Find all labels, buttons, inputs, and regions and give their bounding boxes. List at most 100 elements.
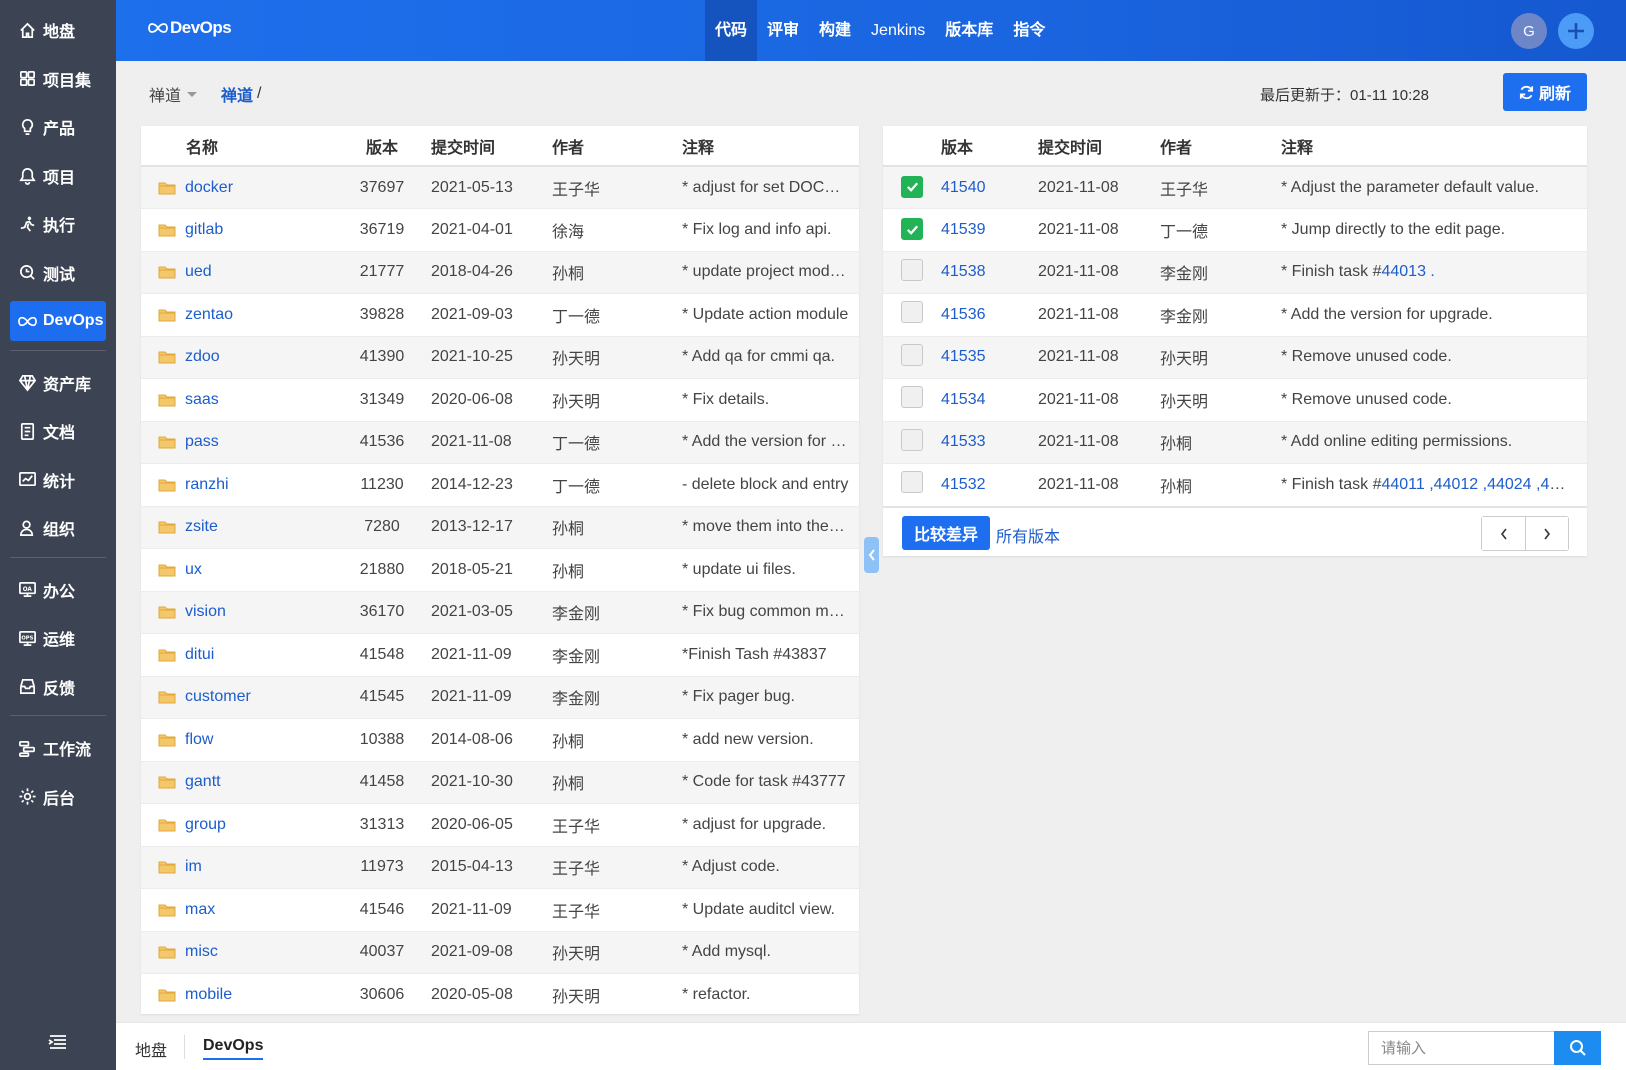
sidebar-item-grid[interactable]: 项目集 <box>10 59 106 99</box>
tab-5[interactable]: 指令 <box>1003 0 1055 61</box>
sidebar-item-lightbulb[interactable]: 产品 <box>10 107 106 147</box>
folder-link[interactable]: docker <box>185 179 233 197</box>
search-button[interactable] <box>1554 1031 1601 1065</box>
table-row[interactable]: zdoo 41390 2021-10-25 孙天明 * Add qa for cmmi … <box>141 336 859 379</box>
revision-link[interactable]: 41538 <box>941 263 986 280</box>
tab-1[interactable]: 评审 <box>757 0 809 61</box>
table-row[interactable]: 41538 2021-11-08 李金刚 * Finish task #44013 . <box>883 251 1587 294</box>
folder-link[interactable]: gantt <box>185 773 221 791</box>
tab-4[interactable]: 版本库 <box>935 0 1003 61</box>
table-row[interactable]: gantt 41458 2021-10-30 孙桐 * Code for task #4… <box>141 761 859 804</box>
folder-link[interactable]: misc <box>185 943 218 961</box>
panel-split-toggle[interactable] <box>864 537 879 573</box>
sidebar-item-chart[interactable]: 统计 <box>10 460 106 500</box>
sidebar-item-gear[interactable]: 后台 <box>10 777 106 817</box>
sidebar-item-bell[interactable]: 项目 <box>10 156 106 196</box>
next-page-button[interactable] <box>1525 517 1568 550</box>
table-row[interactable]: ditui 41548 2021-11-09 李金刚 *Finish Tash #438… <box>141 633 859 677</box>
folder-link[interactable]: pass <box>185 433 219 451</box>
sidebar-item-diamond[interactable]: 资产库 <box>10 363 106 403</box>
col-header-name[interactable]: 名称 <box>141 126 333 167</box>
row-checkbox[interactable] <box>901 343 923 366</box>
revision-link[interactable]: 41535 <box>941 348 986 365</box>
revision-link[interactable]: 41536 <box>941 306 986 323</box>
sidebar-item-workflow[interactable]: 工作流 <box>10 728 106 768</box>
col-header-author[interactable]: 作者 <box>1160 126 1281 167</box>
task-link[interactable]: 44013 . <box>1381 263 1434 280</box>
table-row[interactable]: zentao 39828 2021-09-03 丁一德 * Update action … <box>141 293 859 337</box>
table-row[interactable]: im 11973 2015-04-13 王子华 * Adjust code. <box>141 846 859 889</box>
task-link[interactable]: 44011 ,44012 ,44024 ,44025 <box>1381 476 1584 493</box>
folder-link[interactable]: im <box>185 858 202 876</box>
table-row[interactable]: ranzhi 11230 2014-12-23 丁一德 - delete block a… <box>141 463 859 507</box>
revision-link[interactable]: 41534 <box>941 391 986 408</box>
row-checkbox[interactable] <box>901 471 923 494</box>
table-row[interactable]: gitlab 36719 2021-04-01 徐海 * Fix log and inf… <box>141 208 859 252</box>
col-header-comment[interactable]: 注释 <box>672 126 859 167</box>
breadcrumb-current[interactable]: 禅道 <box>221 82 253 106</box>
all-versions-link[interactable]: 所有版本 <box>996 523 1060 547</box>
table-row[interactable]: docker 37697 2021-05-13 王子华 * adjust for set… <box>141 166 859 209</box>
table-row[interactable]: group 31313 2020-06-05 王子华 * adjust for upgr… <box>141 803 859 847</box>
sidebar-item-ops[interactable]: OPS 运维 <box>10 618 106 658</box>
table-row[interactable]: 41532 2021-11-08 孙桐 * Finish task #44011 ,4… <box>883 463 1587 507</box>
folder-link[interactable]: flow <box>185 731 213 749</box>
sidebar-item-oa[interactable]: OA 办公 <box>10 570 106 610</box>
folder-link[interactable]: mobile <box>185 986 232 1004</box>
folder-link[interactable]: gitlab <box>185 221 223 239</box>
prev-page-button[interactable] <box>1482 517 1525 550</box>
sidebar-item-user[interactable]: 组织 <box>10 508 106 548</box>
folder-link[interactable]: saas <box>185 391 219 409</box>
table-row[interactable]: max 41546 2021-11-09 王子华 * Update auditcl vi… <box>141 888 859 932</box>
bottom-tab-devops[interactable]: DevOps <box>203 1037 264 1060</box>
repo-switcher[interactable]: 禅道 <box>149 82 198 106</box>
col-header-comment[interactable]: 注释 <box>1281 126 1587 167</box>
row-checkbox[interactable] <box>901 386 923 409</box>
col-header-date[interactable]: 提交时间 <box>431 126 552 167</box>
folder-link[interactable]: max <box>185 901 215 919</box>
row-checkbox[interactable] <box>901 428 923 451</box>
table-row[interactable]: 41539 2021-11-08 丁一德 * Jump directly to the… <box>883 208 1587 252</box>
sidebar-item-home[interactable]: 地盘 <box>10 10 106 50</box>
tab-2[interactable]: 构建 <box>809 0 861 61</box>
table-row[interactable]: flow 10388 2014-08-06 孙桐 * add new version. <box>141 718 859 762</box>
add-button[interactable] <box>1558 13 1594 49</box>
table-row[interactable]: customer 41545 2021-11-09 李金刚 * Fix pager bu… <box>141 676 859 719</box>
table-row[interactable]: 41536 2021-11-08 李金刚 * Add the version for … <box>883 293 1587 337</box>
table-row[interactable]: 41540 2021-11-08 王子华 * Adjust the parameter… <box>883 166 1587 209</box>
folder-link[interactable]: ditui <box>185 646 214 664</box>
table-row[interactable]: 41535 2021-11-08 孙天明 * Remove unused code. <box>883 336 1587 379</box>
revision-link[interactable]: 41540 <box>941 179 986 196</box>
table-row[interactable]: saas 31349 2020-06-08 孙天明 * Fix details. <box>141 378 859 422</box>
col-header-date[interactable]: 提交时间 <box>1038 126 1160 167</box>
table-row[interactable]: ux 21880 2018-05-21 孙桐 * update ui files. <box>141 548 859 592</box>
sidebar-item-magnifier[interactable]: 测试 <box>10 253 106 293</box>
tab-0[interactable]: 代码 <box>705 0 758 61</box>
user-avatar[interactable]: G <box>1511 13 1547 49</box>
table-row[interactable]: 41534 2021-11-08 孙天明 * Remove unused code. <box>883 378 1587 422</box>
col-header-rev[interactable]: 版本 <box>333 126 431 167</box>
sidebar-item-feedback[interactable]: 反馈 <box>10 667 106 707</box>
refresh-button[interactable]: 刷新 <box>1503 73 1587 111</box>
table-row[interactable]: zsite 7280 2013-12-17 孙桐 * move them into th… <box>141 506 859 549</box>
folder-link[interactable]: zentao <box>185 306 233 324</box>
table-row[interactable]: ued 21777 2018-04-26 孙桐 * update project mod… <box>141 251 859 294</box>
table-row[interactable]: 41533 2021-11-08 孙桐 * Add online editing pe… <box>883 421 1587 464</box>
row-checkbox[interactable] <box>901 218 923 240</box>
revision-link[interactable]: 41532 <box>941 476 986 493</box>
folder-link[interactable]: vision <box>185 603 226 621</box>
folder-link[interactable]: ranzhi <box>185 476 229 494</box>
folder-link[interactable]: ued <box>185 263 212 281</box>
table-row[interactable]: pass 41536 2021-11-08 丁一德 * Add the version … <box>141 421 859 464</box>
row-checkbox[interactable] <box>901 175 923 198</box>
tab-3[interactable]: Jenkins <box>861 0 935 61</box>
revision-link[interactable]: 41539 <box>941 221 986 238</box>
col-header-author[interactable]: 作者 <box>552 126 672 167</box>
folder-link[interactable]: group <box>185 816 226 834</box>
collapse-sidebar-icon[interactable] <box>45 1030 71 1054</box>
table-row[interactable]: misc 40037 2021-09-08 孙天明 * Add mysql. <box>141 931 859 974</box>
row-checkbox[interactable] <box>901 301 923 324</box>
folder-link[interactable]: ux <box>185 561 202 579</box>
folder-link[interactable]: zdoo <box>185 348 220 366</box>
folder-link[interactable]: customer <box>185 688 251 706</box>
